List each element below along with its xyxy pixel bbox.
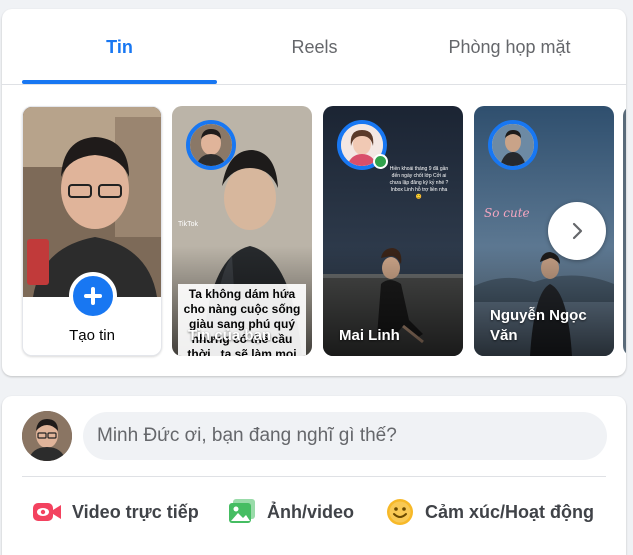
story-overlay-text: So cute: [484, 206, 530, 220]
story-card[interactable]: Hiền khoái tháng 9 đã gần đến ngày chốt …: [323, 106, 463, 356]
online-status-dot: [373, 154, 388, 169]
story-avatar: [488, 120, 538, 170]
feeling-activity-button[interactable]: Cảm xúc/Hoạt động: [385, 492, 594, 532]
live-video-button[interactable]: Video trực tiếp: [32, 492, 199, 532]
story-card[interactable]: TikTok Ta không dám hứa cho nàng cuộc số…: [172, 106, 312, 356]
composer-placeholder: Minh Đức ơi, bạn đang nghĩ gì thế?: [97, 425, 397, 446]
photo-video-button[interactable]: Ảnh/video: [227, 492, 354, 532]
whats-on-your-mind-input[interactable]: Minh Đức ơi, bạn đang nghĩ gì thế?: [83, 412, 607, 460]
post-composer: Minh Đức ơi, bạn đang nghĩ gì thế? Video…: [2, 396, 626, 555]
story-photo: [623, 106, 626, 356]
story-name: Nguyễn Ngọc Văn: [490, 307, 587, 344]
live-video-icon: [33, 503, 61, 521]
story-name: Tin của bạn: [188, 327, 272, 344]
story-tabs: Tin Reels Phòng họp mặt: [2, 9, 626, 85]
story-card-peek[interactable]: [623, 106, 626, 356]
tab-rooms-label: Phòng họp mặt: [448, 36, 571, 57]
story-overlay-text: Hiền khoái tháng 9 đã gần đến ngày chốt …: [389, 166, 449, 200]
photo-video-icon: [229, 499, 255, 523]
plus-icon[interactable]: [69, 272, 117, 320]
feeling-activity-label: Cảm xúc/Hoạt động: [425, 501, 595, 522]
chevron-right-icon: [572, 222, 583, 240]
tab-stories[interactable]: Tin: [22, 9, 217, 85]
tab-rooms[interactable]: Phòng họp mặt: [412, 9, 607, 85]
story-avatar: [186, 120, 236, 170]
create-story-card[interactable]: Tạo tin: [22, 106, 162, 356]
create-story-label: Tạo tin: [69, 327, 115, 344]
avatar[interactable]: [22, 411, 72, 461]
stories-card: Tin Reels Phòng họp mặt Tạo tin TikTok T…: [2, 9, 626, 376]
feeling-emoji-icon: [387, 499, 413, 525]
active-tab-indicator: [22, 80, 217, 84]
photo-video-label: Ảnh/video: [267, 501, 355, 522]
tab-stories-label: Tin: [106, 36, 133, 57]
create-story-photo: [23, 107, 161, 297]
tiktok-watermark: TikTok: [178, 221, 198, 228]
story-name: Mai Linh: [339, 327, 400, 344]
tab-reels-label: Reels: [291, 36, 338, 57]
tab-reels[interactable]: Reels: [217, 9, 412, 85]
live-video-label: Video trực tiếp: [72, 501, 199, 522]
divider: [22, 476, 606, 477]
stories-next-button[interactable]: [548, 202, 606, 260]
